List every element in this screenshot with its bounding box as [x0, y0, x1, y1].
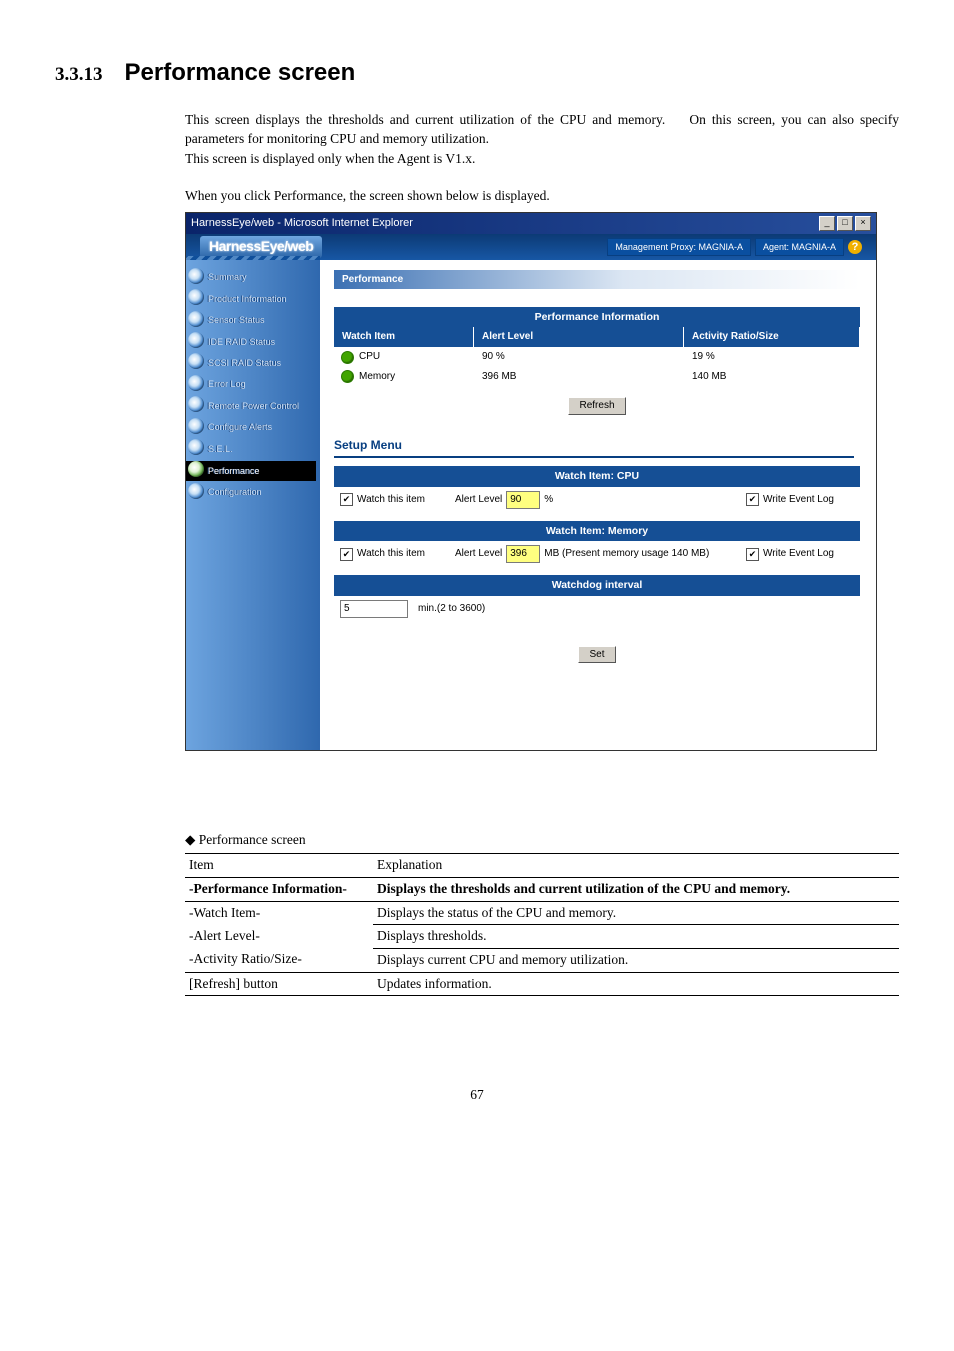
section-number: 3.3.13 [55, 64, 103, 85]
status-dot-icon [342, 352, 353, 363]
panel-title-text: Performance [342, 274, 403, 285]
watch-cpu-row: Watch this item Alert Level 90 % Write E… [334, 487, 860, 513]
ref-row-refresh-item: [Refresh] button [185, 972, 373, 996]
ref-row-alert-expl: Displays thresholds. [373, 925, 899, 949]
window-title: HarnessEye/web - Microsoft Internet Expl… [191, 216, 413, 231]
watch-cpu-checkbox[interactable] [340, 493, 353, 506]
ref-row-alert-item: -Alert Level- [185, 925, 373, 949]
watchdog-header: Watchdog interval [334, 575, 860, 595]
perf-info-header: Performance Information [334, 307, 860, 327]
main-content: Performance Performance Information Watc… [320, 260, 876, 750]
sidebar-item-scsi-raid[interactable]: SCSI RAID Status [186, 353, 316, 372]
sidebar-item-ide-raid[interactable]: IDE RAID Status [186, 332, 316, 351]
row-cpu-value: 19 % [684, 347, 860, 367]
cpu-log-checkbox[interactable] [746, 493, 759, 506]
row-cpu-alert: 90 % [474, 347, 684, 367]
setup-menu-heading: Setup Menu [334, 437, 854, 459]
row-cpu-item: CPU [359, 350, 380, 364]
intro-paragraph-3: When you click Performance, the screen s… [185, 187, 899, 206]
sidebar-item-product-info[interactable]: Product Information [186, 289, 316, 308]
watchdog-note: min.(2 to 3600) [418, 602, 485, 616]
mem-alert-input[interactable]: 396 [506, 545, 540, 563]
sidebar-item-remote-power[interactable]: Remote Power Control [186, 396, 316, 415]
sidebar: Summary Product Information Sensor Statu… [186, 260, 320, 750]
cpu-alert-input[interactable]: 90 [506, 491, 540, 509]
mem-log-label: Write Event Log [763, 547, 834, 561]
maximize-button[interactable]: □ [837, 216, 853, 231]
minimize-button[interactable]: _ [819, 216, 835, 231]
watchdog-row: 5 min.(2 to 3600) [334, 596, 860, 622]
sidebar-item-performance[interactable]: Performance [186, 461, 316, 481]
screenshot-window: HarnessEye/web - Microsoft Internet Expl… [185, 212, 877, 751]
sidebar-item-configuration[interactable]: Configuration [186, 483, 316, 502]
sidebar-item-summary[interactable]: Summary [186, 268, 316, 287]
panel-title: Performance [334, 270, 860, 289]
intro-p1a: This screen displays the thresholds and … [185, 112, 665, 127]
intro-paragraph-2: This screen is displayed only when the A… [185, 150, 899, 169]
ref-caption: Performance screen [199, 832, 306, 847]
section-heading: 3.3.13 Performance screen [55, 56, 899, 89]
row-mem-alert: 396 MB [474, 367, 684, 387]
table-row: Memory 396 MB 140 MB [334, 367, 860, 387]
row-mem-value: 140 MB [684, 367, 860, 387]
window-titlebar: HarnessEye/web - Microsoft Internet Expl… [186, 213, 876, 234]
ref-row-watch-expl: Displays the status of the CPU and memor… [373, 901, 899, 925]
sidebar-item-conf-alerts[interactable]: Configure Alerts [186, 418, 316, 437]
col-alert-level: Alert Level [474, 327, 684, 347]
refresh-button[interactable]: Refresh [568, 397, 625, 415]
help-icon[interactable]: ? [848, 240, 862, 254]
section-title: Performance screen [125, 59, 356, 86]
mem-log-checkbox[interactable] [746, 548, 759, 561]
cpu-alert-label: Alert Level [455, 493, 502, 507]
mgmt-proxy-pill: Management Proxy: MAGNIA-A [607, 238, 751, 256]
ref-row-refresh-expl: Updates information. [373, 972, 899, 996]
ref-head-item: Item [185, 854, 373, 878]
ref-row-activity-expl: Displays current CPU and memory utilizat… [373, 948, 899, 972]
watchdog-input[interactable]: 5 [340, 600, 408, 618]
diamond-icon: ◆ [185, 832, 195, 847]
watch-mem-label: Watch this item [357, 547, 425, 561]
reference-table: Item Explanation -Performance Informatio… [185, 853, 899, 996]
ref-caption-row: ◆ Performance screen [185, 831, 899, 850]
app-logo: HarnessEye/web [200, 236, 322, 257]
watch-mem-checkbox[interactable] [340, 548, 353, 561]
intro-paragraph-1: This screen displays the thresholds and … [185, 111, 899, 148]
table-row: CPU 90 % 19 % [334, 347, 860, 367]
col-activity-ratio: Activity Ratio/Size [684, 327, 860, 347]
ref-row-watch-item: -Watch Item- [185, 901, 373, 925]
mem-unit-note: MB (Present memory usage 140 MB) [544, 547, 709, 561]
ref-row-perf-item: -Performance Information- [185, 878, 373, 902]
watch-mem-header: Watch Item: Memory [334, 521, 860, 541]
col-watch-item: Watch Item [334, 327, 474, 347]
close-button[interactable]: × [855, 216, 871, 231]
cpu-log-label: Write Event Log [763, 493, 834, 507]
sidebar-item-sensor-status[interactable]: Sensor Status [186, 311, 316, 330]
row-mem-item: Memory [359, 370, 395, 384]
page-number: 67 [55, 1086, 899, 1105]
set-button[interactable]: Set [578, 646, 615, 664]
cpu-unit: % [544, 493, 553, 507]
mem-alert-label: Alert Level [455, 547, 502, 561]
ref-head-expl: Explanation [373, 854, 899, 878]
ref-row-activity-item: -Activity Ratio/Size- [185, 948, 373, 972]
sidebar-item-sel[interactable]: S.E.L. [186, 439, 316, 458]
watch-mem-row: Watch this item Alert Level 396 MB (Pres… [334, 541, 860, 567]
ref-row-perf-expl: Displays the thresholds and current util… [373, 878, 899, 902]
agent-pill: Agent: MAGNIA-A [755, 238, 844, 256]
status-dot-icon [342, 371, 353, 382]
sidebar-item-error-log[interactable]: Error Log [186, 375, 316, 394]
watch-cpu-header: Watch Item: CPU [334, 466, 860, 486]
watch-cpu-label: Watch this item [357, 493, 425, 507]
